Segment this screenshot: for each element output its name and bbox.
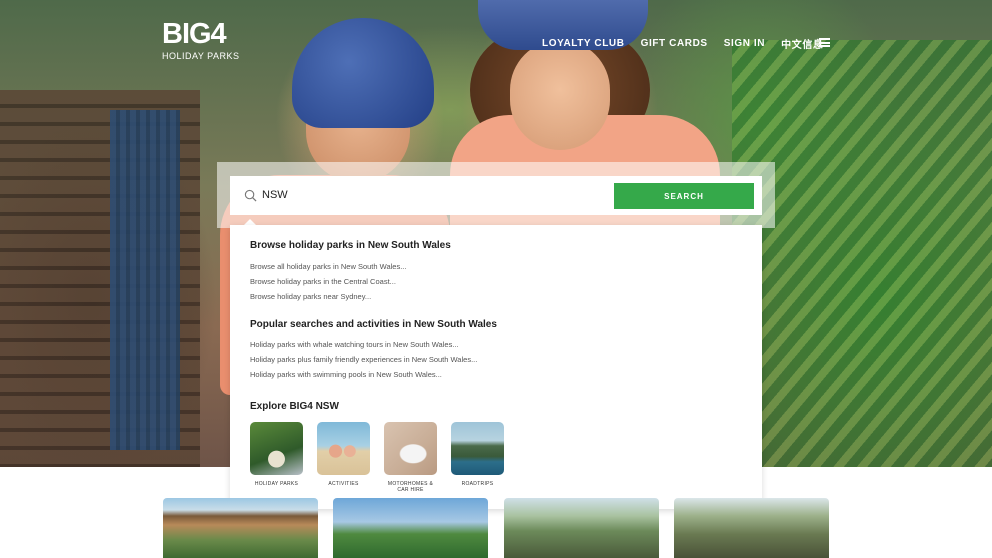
hero-door [110,110,180,450]
nav-loyalty-club[interactable]: LOYALTY CLUB [542,38,625,49]
roadtrips-image [451,422,504,475]
search-icon [244,189,257,202]
explore-tile-roadtrips[interactable]: ROADTRIPS [451,422,504,487]
section-title-popular: Popular searches and activities in New S… [250,319,497,330]
suggestion-link[interactable]: Holiday parks with whale watching tours … [250,340,459,349]
tile-label: HOLIDAY PARKS [254,481,299,487]
park-card[interactable] [333,498,488,558]
hero-palm [732,40,992,467]
explore-tile-activities[interactable]: ACTIVITIES [317,422,370,487]
logo-sub: HOLIDAY PARKS [162,51,240,61]
park-card[interactable] [504,498,659,558]
section-title-explore: Explore BIG4 NSW [250,401,339,412]
suggestion-link[interactable]: Browse all holiday parks in New South Wa… [250,262,406,271]
tile-label: ACTIVITIES [328,481,359,487]
search-button[interactable]: SEARCH [614,183,754,209]
nav-sign-in[interactable]: SIGN IN [724,38,765,49]
explore-tile-motorhomes[interactable]: MOTORHOMES & CAR HIRE [384,422,437,493]
park-card[interactable] [674,498,829,558]
section-title-browse: Browse holiday parks in New South Wales [250,240,451,251]
menu-icon[interactable] [819,38,830,47]
big4-logo[interactable]: BIG4 HOLIDAY PARKS [162,20,252,64]
logo-main: BIG4 [162,18,227,50]
motorhomes-image [384,422,437,475]
top-nav: LOYALTY CLUB GIFT CARDS SIGN IN 中文信息 [542,36,824,51]
explore-tile-holiday-parks[interactable]: HOLIDAY PARKS [250,422,303,487]
hero-kid1-helmet [292,18,434,128]
tile-label: MOTORHOMES & CAR HIRE [387,481,434,493]
park-card[interactable] [163,498,318,558]
suggestion-link[interactable]: Holiday parks plus family friendly exper… [250,355,477,364]
tile-label: ROADTRIPS [461,481,494,487]
holiday-parks-image [250,422,303,475]
suggestion-link[interactable]: Browse holiday parks near Sydney... [250,292,371,301]
activities-image [317,422,370,475]
nav-gift-cards[interactable]: GIFT CARDS [641,38,708,49]
hero-kid2-face [510,40,610,150]
search-input[interactable] [262,185,602,205]
nav-chinese-info[interactable]: 中文信息 [781,36,823,51]
suggestion-link[interactable]: Browse holiday parks in the Central Coas… [250,277,396,286]
suggestion-link[interactable]: Holiday parks with swimming pools in New… [250,370,442,379]
